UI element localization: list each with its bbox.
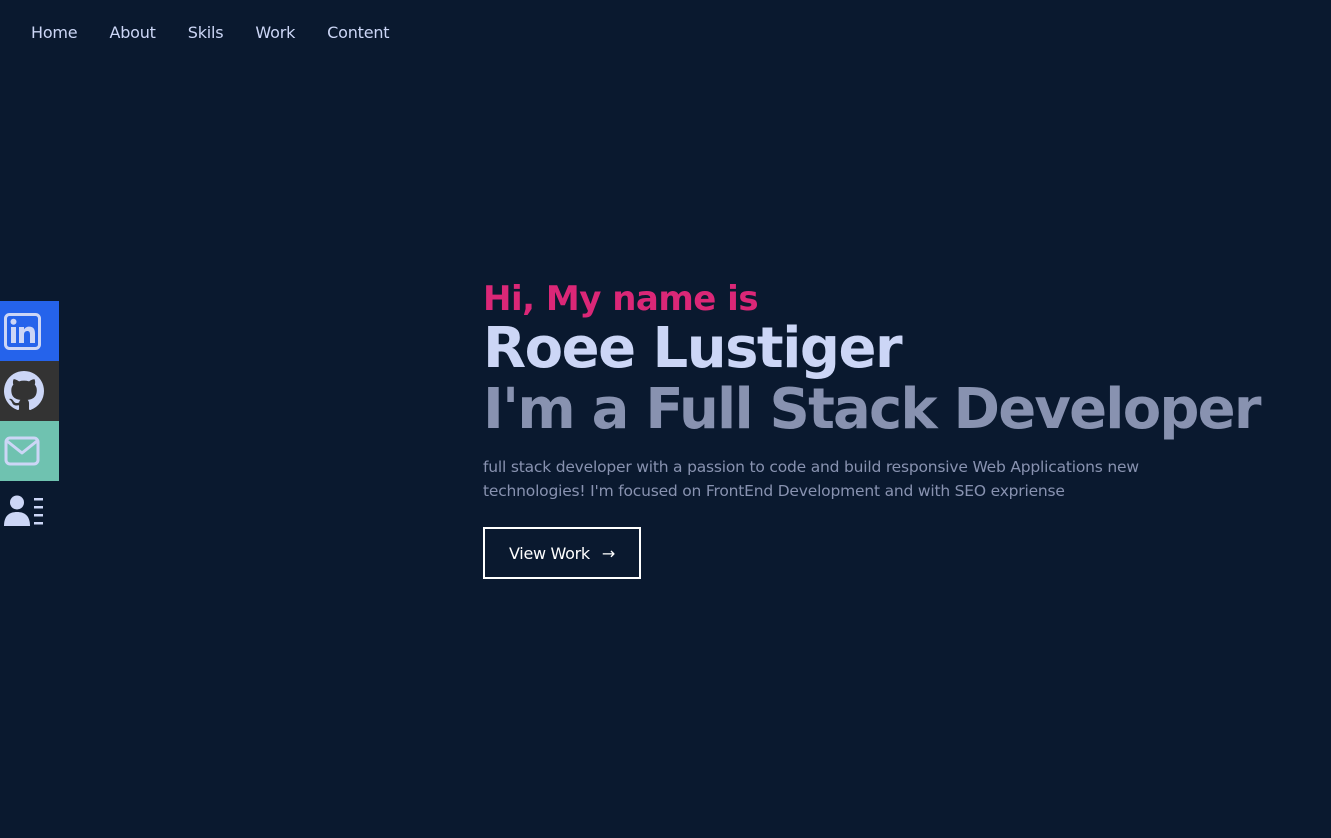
linkedin-link[interactable] [0, 301, 59, 361]
mail-icon [4, 436, 40, 466]
nav-about[interactable]: About [109, 23, 156, 42]
role-heading: I'm a Full Stack Developer [483, 377, 1261, 442]
nav-skills[interactable]: Skils [188, 23, 224, 42]
hero-section: Hi, My name is Roee Lustiger I'm a Full … [483, 279, 1283, 579]
email-link[interactable] [0, 421, 59, 481]
view-work-label: View Work [509, 543, 590, 563]
name-heading: Roee Lustiger [483, 316, 903, 381]
github-link[interactable] [0, 361, 59, 421]
view-work-button[interactable]: View Work → [483, 527, 641, 579]
greeting-text: Hi, My name is [483, 279, 759, 319]
social-links-bar [0, 301, 59, 541]
nav-home[interactable]: Home [31, 23, 78, 42]
linkedin-icon [4, 312, 41, 350]
intro-description: full stack developer with a passion to c… [483, 458, 1139, 500]
arrow-right-icon: → [601, 543, 615, 563]
github-icon [4, 371, 44, 411]
resume-link[interactable] [0, 481, 59, 541]
nav-work[interactable]: Work [255, 23, 295, 42]
resume-icon [4, 495, 43, 526]
nav-content[interactable]: Content [327, 23, 389, 42]
main-nav: Home About Skils Work Content [0, 0, 421, 64]
